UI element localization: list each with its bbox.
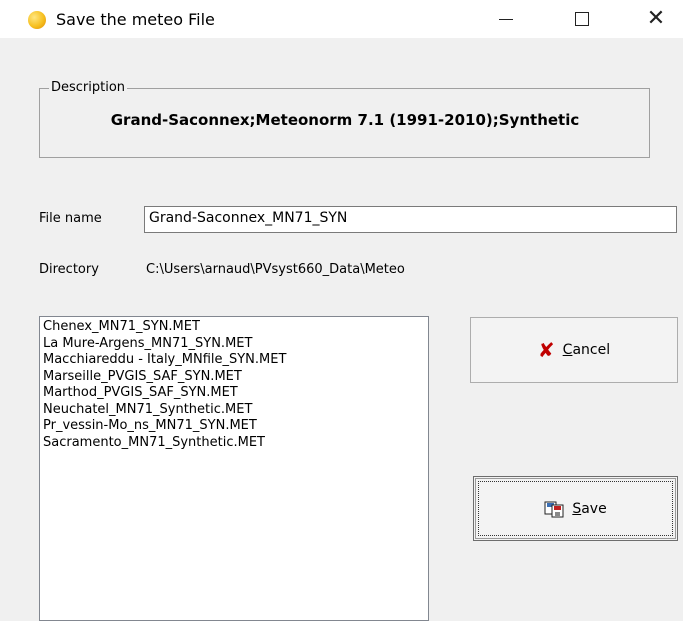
save-button[interactable]: Save: [473, 476, 678, 541]
app-icon: [28, 11, 46, 29]
file-name-label: File name: [39, 211, 102, 226]
list-item[interactable]: La Mure-Argens_MN71_SYN.MET: [43, 336, 425, 353]
save-meteo-dialog: Save the meteo File ✕ Description Grand-…: [0, 0, 683, 621]
list-item[interactable]: Chenex_MN71_SYN.MET: [43, 319, 425, 336]
minimize-icon: [499, 18, 513, 20]
close-button[interactable]: ✕: [626, 0, 683, 38]
cancel-label: Cancel: [563, 342, 610, 358]
maximize-icon: [575, 12, 589, 26]
description-legend: Description: [49, 80, 128, 95]
minimize-button[interactable]: [476, 0, 536, 38]
description-text: Grand-Saconnex;Meteonorm 7.1 (1991-2010)…: [110, 111, 580, 129]
list-item[interactable]: Marseille_PVGIS_SAF_SYN.MET: [43, 369, 425, 386]
cancel-mnemonic: C: [562, 342, 573, 358]
cancel-button[interactable]: ✘ Cancel: [470, 317, 678, 383]
list-item[interactable]: Marthod_PVGIS_SAF_SYN.MET: [43, 385, 425, 402]
focus-rectangle: [478, 481, 673, 536]
cancel-x-icon: ✘: [537, 338, 555, 362]
window-title: Save the meteo File: [56, 10, 215, 29]
list-item[interactable]: Pr_vessin-Mo_ns_MN71_SYN.MET: [43, 418, 425, 435]
close-icon: ✕: [646, 6, 666, 31]
maximize-button[interactable]: [552, 0, 612, 38]
list-item[interactable]: Neuchatel_MN71_Synthetic.MET: [43, 402, 425, 419]
title-bar[interactable]: Save the meteo File ✕: [0, 0, 683, 38]
file-listbox[interactable]: Chenex_MN71_SYN.MET La Mure-Argens_MN71_…: [39, 316, 429, 621]
directory-value: C:\Users\arnaud\PVsyst660_Data\Meteo: [146, 262, 405, 277]
file-name-input[interactable]: Grand-Saconnex_MN71_SYN: [144, 206, 677, 233]
directory-label: Directory: [39, 262, 99, 277]
list-item[interactable]: Sacramento_MN71_Synthetic.MET: [43, 435, 425, 452]
cancel-label-rest: ancel: [572, 342, 611, 358]
list-item[interactable]: Macchiareddu - Italy_MNfile_SYN.MET: [43, 352, 425, 369]
